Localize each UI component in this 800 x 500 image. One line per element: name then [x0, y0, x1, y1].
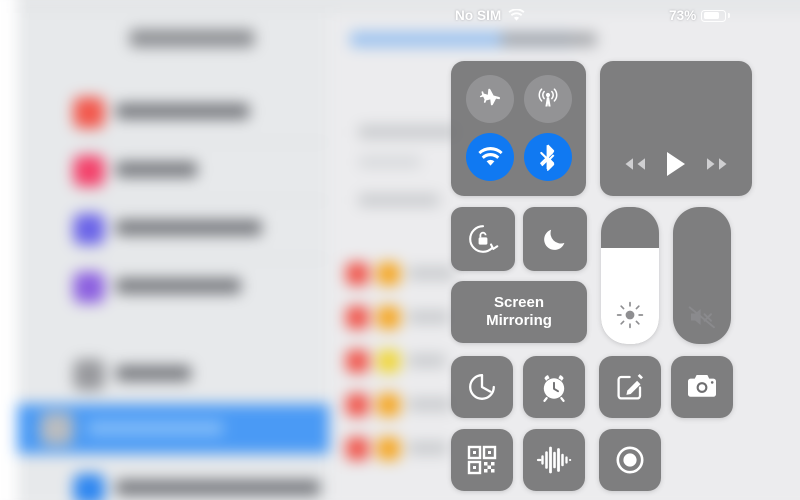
notes-button[interactable] [599, 356, 661, 418]
background-row-label [116, 219, 262, 236]
airplane-icon [479, 88, 500, 106]
wifi-icon [508, 9, 525, 22]
timer-button[interactable] [451, 356, 513, 418]
background-detail-icon [345, 262, 369, 286]
background-left-margin [0, 0, 18, 500]
wifi-toggle[interactable] [466, 133, 514, 181]
screen-recording-button[interactable] [599, 429, 661, 491]
status-bar: No SIM 73% [0, 0, 800, 34]
rotation-lock-icon [469, 225, 499, 253]
background-detail-text [408, 310, 450, 324]
background-detail-icon [377, 437, 400, 461]
fast-forward-button[interactable] [703, 155, 733, 173]
wifi-icon [477, 146, 503, 166]
rewind-button[interactable] [619, 155, 649, 173]
control-center-icon [40, 412, 74, 446]
background-detail-icon [345, 437, 369, 461]
background-selected-row-label [88, 420, 224, 437]
background-row-label [116, 103, 250, 119]
display-brightness-icon [73, 473, 105, 500]
background-row-label [116, 278, 241, 294]
background-detail-icon [345, 349, 369, 373]
cellular-antenna-icon [538, 88, 558, 107]
background-detail-icon [377, 306, 400, 330]
qr-scanner-button[interactable] [451, 429, 513, 491]
camera-button[interactable] [671, 356, 733, 418]
sounds-icon [73, 155, 105, 187]
screen-mirroring-button[interactable]: Screen Mirroring [451, 281, 587, 343]
background-sidebar-row[interactable] [17, 142, 329, 200]
background-detail-text [408, 354, 446, 368]
battery-percent-label: 73% [669, 8, 697, 23]
background-detail-text [358, 193, 440, 207]
do-not-disturb-toggle[interactable] [523, 207, 587, 271]
control-center-overlay: Screen Mirroring [449, 55, 754, 500]
qr-code-icon [467, 445, 497, 475]
carrier-label: No SIM [455, 8, 502, 23]
status-bar-right: 73% [669, 8, 730, 23]
background-detail-text [358, 156, 421, 168]
timer-icon [469, 374, 495, 400]
alarm-clock-icon [543, 375, 565, 402]
background-detail-icon [345, 393, 369, 417]
notifications-icon [73, 97, 105, 129]
background-row-label [116, 161, 198, 178]
airplane-mode-toggle[interactable] [466, 75, 514, 123]
background-sidebar-row[interactable] [17, 200, 329, 258]
battery-icon [701, 9, 730, 22]
background-sidebar-row[interactable] [17, 346, 329, 404]
brightness-sun-icon [601, 300, 659, 330]
fast-forward-icon [707, 158, 727, 170]
media-playback-module [600, 61, 752, 196]
moon-icon [544, 229, 565, 250]
voice-memos-button[interactable] [523, 429, 585, 491]
bluetooth-toggle[interactable] [524, 133, 572, 181]
camera-icon [688, 375, 716, 397]
brightness-slider[interactable] [601, 207, 659, 344]
alarm-button[interactable] [523, 356, 585, 418]
notes-compose-icon [617, 374, 643, 400]
do-not-disturb-icon [73, 213, 105, 245]
status-bar-left: No SIM [455, 8, 525, 23]
screen-mirroring-line1: Screen [493, 294, 545, 311]
connectivity-module [451, 61, 586, 196]
screen-mirroring-line2: Mirroring [486, 312, 552, 329]
background-detail-icon [345, 306, 369, 330]
background-detail-icon [377, 393, 400, 417]
background-row-label [116, 365, 191, 382]
play-button[interactable] [663, 150, 689, 178]
rewind-icon [625, 158, 645, 170]
volume-slider[interactable] [673, 207, 731, 344]
background-detail-text [408, 266, 455, 281]
background-sidebar-row[interactable] [17, 460, 329, 500]
background-detail-subtitle [500, 32, 597, 47]
background-sidebar-row[interactable] [17, 84, 329, 142]
background-detail-icon [377, 262, 400, 286]
rotation-lock-toggle[interactable] [451, 207, 515, 271]
play-icon [667, 152, 685, 176]
cellular-data-toggle[interactable] [524, 75, 572, 123]
screen-time-icon [73, 271, 105, 304]
background-detail-icon [377, 349, 400, 373]
general-icon [73, 359, 105, 391]
waveform-icon [536, 446, 572, 474]
background-detail-text [408, 441, 448, 455]
background-sidebar-row[interactable] [17, 258, 329, 316]
background-detail-text [408, 397, 452, 412]
record-icon [616, 446, 644, 474]
speaker-mute-icon [673, 304, 731, 330]
screen: No SIM 73% Screen Mirroring [0, 0, 800, 500]
background-row-label [116, 479, 320, 496]
bluetooth-icon [540, 144, 555, 171]
background-detail-text [358, 125, 459, 139]
